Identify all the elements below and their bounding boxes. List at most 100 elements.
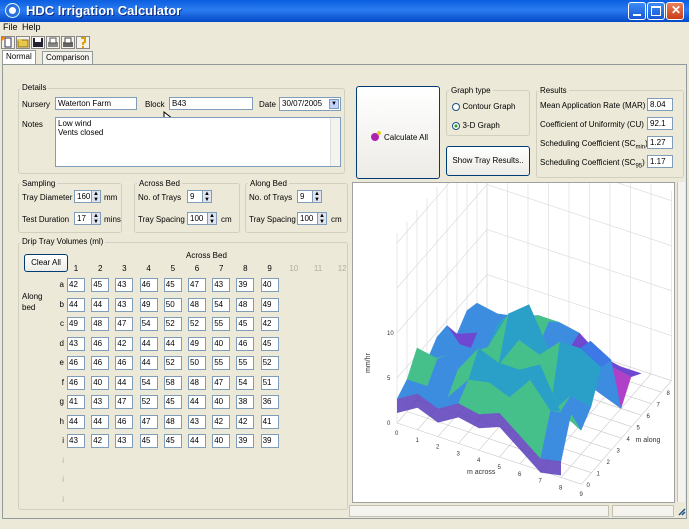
- tray-volume-input[interactable]: 54: [212, 297, 231, 312]
- tab-comparison[interactable]: Comparison: [42, 51, 94, 64]
- menu-file[interactable]: File: [3, 22, 18, 32]
- tray-volume-input[interactable]: 41: [260, 414, 279, 429]
- tray-volume-input[interactable]: 45: [260, 336, 279, 351]
- tray-volume-input[interactable]: 54: [139, 375, 158, 390]
- tray-volume-input[interactable]: 48: [188, 297, 206, 312]
- resize-grip-icon[interactable]: [677, 506, 686, 516]
- tray-volume-input[interactable]: 42: [236, 414, 255, 429]
- tray-diameter-spinner[interactable]: 160 ▲ ▼: [74, 190, 101, 203]
- tray-volume-input[interactable]: 38: [236, 395, 255, 409]
- tray-volume-input[interactable]: 40: [91, 375, 110, 390]
- tray-volume-input[interactable]: 46: [91, 336, 110, 351]
- tray-volume-input[interactable]: 44: [139, 356, 158, 370]
- along-no-trays-spinner[interactable]: 9 ▲ ▼: [297, 190, 322, 203]
- clear-all-button[interactable]: Clear All: [24, 254, 68, 272]
- tray-volume-input[interactable]: 44: [115, 375, 134, 390]
- test-duration-spinner[interactable]: 17 ▲ ▼: [74, 212, 101, 225]
- tab-normal[interactable]: Normal: [2, 50, 36, 64]
- tray-volume-input[interactable]: 47: [115, 317, 134, 331]
- tray-volume-input[interactable]: 58: [163, 375, 182, 390]
- tray-volume-input[interactable]: 50: [163, 297, 182, 312]
- tray-volume-input[interactable]: 42: [67, 278, 85, 292]
- tray-volume-input[interactable]: 52: [188, 317, 206, 331]
- print-preview-icon[interactable]: [46, 36, 60, 49]
- tray-volume-input[interactable]: 54: [236, 375, 255, 390]
- new-icon[interactable]: [1, 36, 15, 49]
- show-tray-results-button[interactable]: Show Tray Results..: [446, 146, 530, 176]
- tray-volume-input[interactable]: 47: [115, 395, 134, 409]
- tray-volume-input[interactable]: 48: [91, 317, 110, 331]
- spinner-arrows-icon[interactable]: ▲ ▼: [91, 213, 100, 224]
- spinner-arrows-icon[interactable]: ▲ ▼: [202, 191, 211, 202]
- block-input[interactable]: B43: [169, 97, 253, 110]
- tray-volume-input[interactable]: 46: [115, 414, 134, 429]
- tray-volume-input[interactable]: 40: [212, 336, 231, 351]
- tray-volume-input[interactable]: 55: [236, 356, 255, 370]
- help-icon[interactable]: [76, 36, 90, 49]
- contour-graph-radio[interactable]: Contour Graph: [452, 101, 515, 111]
- notes-scrollbar[interactable]: [330, 118, 340, 166]
- tray-volume-input[interactable]: 49: [139, 297, 158, 312]
- tray-volume-input[interactable]: 41: [67, 395, 85, 409]
- tray-volume-input[interactable]: 43: [67, 336, 85, 351]
- open-folder-icon[interactable]: [16, 36, 30, 49]
- tray-volume-input[interactable]: 50: [188, 356, 206, 370]
- tray-volume-input[interactable]: 47: [139, 414, 158, 429]
- tray-volume-input[interactable]: 44: [91, 414, 110, 429]
- tray-volume-input[interactable]: 46: [139, 278, 158, 292]
- across-no-trays-spinner[interactable]: 9 ▲ ▼: [187, 190, 212, 203]
- tray-volume-input[interactable]: 45: [236, 317, 255, 331]
- graph-vertical-scrollbar[interactable]: [677, 182, 685, 502]
- tray-volume-input[interactable]: 48: [163, 414, 182, 429]
- tray-volume-input[interactable]: 36: [260, 395, 279, 409]
- tray-volume-input[interactable]: 39: [260, 434, 279, 448]
- tray-volume-input[interactable]: 46: [67, 356, 85, 370]
- tray-volume-input[interactable]: 40: [212, 395, 231, 409]
- along-spacing-spinner[interactable]: 100 ▲ ▼: [297, 212, 327, 225]
- tray-volume-input[interactable]: 55: [212, 356, 231, 370]
- tray-volume-input[interactable]: 46: [115, 356, 134, 370]
- tray-volume-input[interactable]: 45: [91, 278, 110, 292]
- tray-volume-input[interactable]: 43: [212, 278, 231, 292]
- tray-volume-input[interactable]: 44: [188, 395, 206, 409]
- tray-volume-input[interactable]: 52: [260, 356, 279, 370]
- tray-volume-input[interactable]: 51: [260, 375, 279, 390]
- tray-volume-input[interactable]: 43: [115, 434, 134, 448]
- tray-volume-input[interactable]: 46: [67, 375, 85, 390]
- tray-volume-input[interactable]: 46: [236, 336, 255, 351]
- tray-volume-input[interactable]: 48: [188, 375, 206, 390]
- tray-volume-input[interactable]: 44: [67, 414, 85, 429]
- tray-volume-input[interactable]: 43: [91, 395, 110, 409]
- menu-help[interactable]: Help: [22, 22, 41, 32]
- tray-volume-input[interactable]: 39: [236, 278, 255, 292]
- spinner-arrows-icon[interactable]: ▲ ▼: [91, 191, 100, 202]
- tray-volume-input[interactable]: 46: [91, 356, 110, 370]
- tray-volume-input[interactable]: 52: [163, 356, 182, 370]
- spinner-arrows-icon[interactable]: ▲ ▼: [312, 191, 321, 202]
- tray-volume-input[interactable]: 39: [236, 434, 255, 448]
- spinner-arrows-icon[interactable]: ▲ ▼: [317, 213, 326, 224]
- tray-volume-input[interactable]: 45: [163, 434, 182, 448]
- tray-volume-input[interactable]: 43: [115, 297, 134, 312]
- chevron-down-icon[interactable]: ▼: [329, 99, 339, 109]
- tray-volume-input[interactable]: 42: [91, 434, 110, 448]
- date-picker[interactable]: 30/07/2005 ▼: [279, 97, 341, 111]
- notes-textarea[interactable]: Low wind Vents closed: [55, 117, 341, 167]
- print-icon[interactable]: [61, 36, 75, 49]
- across-spacing-spinner[interactable]: 100 ▲ ▼: [187, 212, 217, 225]
- nursery-input[interactable]: Waterton Farm: [55, 97, 137, 110]
- tray-volume-input[interactable]: 42: [115, 336, 134, 351]
- tray-volume-input[interactable]: 43: [188, 414, 206, 429]
- tray-volume-input[interactable]: 44: [67, 297, 85, 312]
- tray-volume-input[interactable]: 44: [188, 434, 206, 448]
- tray-volume-input[interactable]: 44: [163, 336, 182, 351]
- title-bar[interactable]: HDC Irrigation Calculator ✕: [0, 0, 689, 22]
- tray-volume-input[interactable]: 45: [163, 278, 182, 292]
- maximize-button[interactable]: [647, 2, 665, 20]
- spinner-arrows-icon[interactable]: ▲ ▼: [207, 213, 216, 224]
- tray-volume-input[interactable]: 42: [260, 317, 279, 331]
- minimize-button[interactable]: [628, 2, 646, 20]
- tray-volume-input[interactable]: 49: [188, 336, 206, 351]
- tray-volume-input[interactable]: 48: [236, 297, 255, 312]
- calculate-all-button[interactable]: Calculate All: [356, 86, 440, 179]
